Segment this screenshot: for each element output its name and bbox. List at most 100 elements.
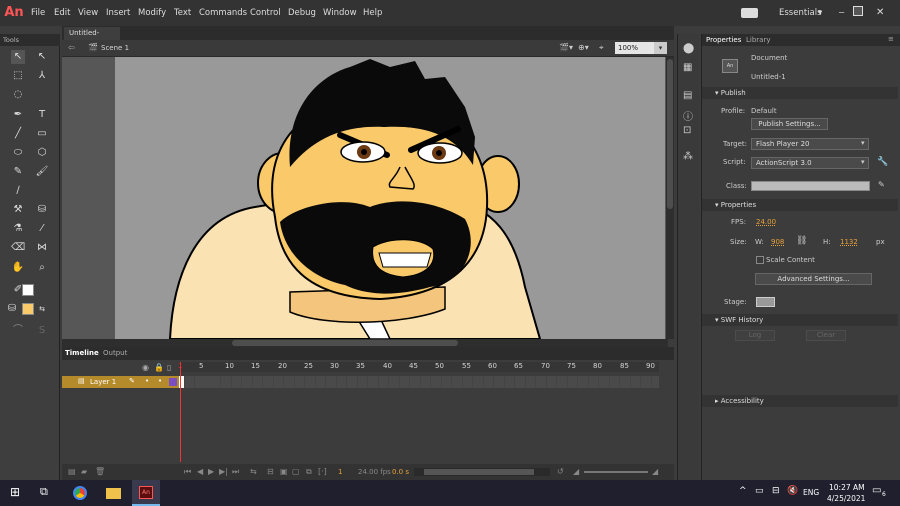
publish-section-header[interactable]: ▾ Publish — [702, 87, 898, 99]
hand-tool-icon[interactable]: ✋ — [11, 261, 25, 275]
scale-content-checkbox[interactable] — [756, 256, 764, 264]
info-panel-icon[interactable]: ⓘ — [683, 108, 693, 123]
color-panel-icon[interactable]: ⁂ — [683, 151, 693, 162]
swatches-panel-icon[interactable]: ⬤ — [683, 43, 694, 54]
components-icon[interactable]: ▤ — [683, 90, 692, 101]
panel-menu-icon[interactable]: ≡ — [888, 35, 894, 43]
minimize-icon[interactable]: − — [838, 0, 845, 26]
outline-icon[interactable]: ▯ — [167, 363, 171, 372]
paint-bucket-icon[interactable]: ⛁ — [35, 203, 49, 217]
center-stage-icon[interactable]: ⌖ — [599, 43, 604, 53]
selection-tool-icon[interactable]: ↖ — [11, 50, 25, 64]
battery-icon[interactable]: ▭ — [755, 486, 764, 496]
first-frame-icon[interactable]: ⏮ — [184, 467, 191, 477]
loop-icon[interactable]: ⇆ — [250, 467, 257, 476]
scene-name[interactable]: Scene 1 — [101, 44, 129, 52]
script-dropdown-icon[interactable]: ▾ — [861, 158, 865, 166]
eye-icon[interactable]: ◉ — [142, 363, 149, 372]
show-hidden-icons[interactable]: ^ — [739, 486, 747, 496]
polystar-tool-icon[interactable]: ⬡ — [35, 146, 49, 160]
new-layer-icon[interactable]: ▤ — [68, 467, 76, 476]
tab-timeline[interactable]: Timeline — [65, 349, 99, 357]
swf-log-button[interactable]: Log — [735, 330, 775, 341]
target-dropdown-icon[interactable]: ▾ — [861, 139, 865, 147]
zoom-large-icon[interactable]: ◢ — [652, 467, 658, 476]
tab-library[interactable]: Library — [746, 36, 770, 44]
close-icon[interactable]: ✕ — [876, 0, 884, 26]
width-value[interactable]: 908 — [771, 238, 784, 246]
zoom-dropdown-icon[interactable]: ▾ — [654, 42, 667, 54]
current-frame-readout[interactable]: 1 — [338, 468, 342, 476]
ink-bottle-icon[interactable]: ⚗ — [11, 222, 25, 236]
animate-taskbar-button[interactable]: An — [132, 480, 160, 506]
text-tool-icon[interactable]: T — [35, 108, 49, 122]
layer-row[interactable]: ▤ Layer 1 ✎ • • — [62, 376, 179, 388]
accessibility-section-header[interactable]: ▸ Accessibility — [702, 395, 898, 407]
transform-panel-icon[interactable]: ⊡ — [683, 125, 691, 136]
play-icon[interactable]: ▶ — [208, 467, 214, 476]
layer-outline-color[interactable] — [169, 378, 177, 386]
3d-rotation-icon[interactable]: ⅄ — [35, 69, 49, 83]
script-settings-wrench-icon[interactable]: 🔧 — [877, 157, 888, 167]
new-folder-icon[interactable]: ▰ — [81, 467, 87, 476]
edit-multiple-icon[interactable]: ⧉ — [306, 467, 312, 477]
lock-icon[interactable]: 🔒 — [154, 363, 164, 372]
last-frame-icon[interactable]: ⏭ — [232, 467, 239, 477]
snap-icon[interactable]: ⌒ — [11, 324, 25, 338]
menu-control[interactable]: Control — [250, 0, 281, 26]
properties-section-header[interactable]: ▾ Properties — [702, 199, 898, 211]
notifications-icon[interactable]: ▭ — [872, 485, 881, 496]
timeline-scrollbar[interactable] — [414, 468, 550, 476]
menu-insert[interactable]: Insert — [106, 0, 130, 26]
document-tab[interactable]: Untitled-1*× — [64, 27, 120, 50]
eraser-tool-icon[interactable]: ⌫ — [11, 241, 25, 255]
swf-clear-button[interactable]: Clear — [806, 330, 846, 341]
edit-class-pencil-icon[interactable]: ✎ — [878, 180, 885, 189]
sync-icon[interactable] — [741, 8, 758, 18]
eyedropper-icon[interactable]: ⁄ — [35, 222, 49, 236]
menu-commands[interactable]: Commands — [199, 0, 247, 26]
pen-tool-icon[interactable]: ✒ — [11, 108, 25, 122]
timeline-scroll-thumb[interactable] — [424, 469, 534, 475]
clock-time[interactable]: 10:27 AM — [829, 483, 865, 492]
frame-size-slider[interactable] — [584, 471, 648, 473]
clock-date[interactable]: 4/25/2021 — [827, 494, 865, 503]
workspace-dropdown-icon[interactable]: ▾ — [818, 0, 822, 26]
fill-color-swatch[interactable] — [22, 303, 34, 315]
height-value[interactable]: 1132 — [840, 238, 858, 246]
stage-canvas[interactable] — [115, 57, 665, 339]
zoom-tool-icon[interactable]: ⌕ — [35, 261, 49, 275]
language-indicator[interactable]: ENG — [803, 488, 819, 497]
menu-help[interactable]: Help — [363, 0, 382, 26]
swf-history-section-header[interactable]: ▾ SWF History — [702, 314, 898, 326]
class-input[interactable] — [751, 181, 870, 191]
fps-value[interactable]: 24.00 — [756, 218, 776, 226]
file-explorer-icon[interactable] — [106, 488, 121, 499]
line-tool-icon[interactable]: ╱ — [11, 127, 25, 141]
frame-track[interactable] — [179, 376, 659, 388]
workspace-switcher[interactable]: Essentials — [779, 0, 822, 26]
tab-properties[interactable]: Properties — [706, 36, 741, 44]
horizontal-scrollbar[interactable] — [62, 339, 668, 347]
menu-text[interactable]: Text — [174, 0, 191, 26]
menu-file[interactable]: File — [31, 0, 45, 26]
edit-scene-icon[interactable]: 🎬▾ — [559, 43, 573, 52]
horizontal-scroll-thumb[interactable] — [232, 340, 458, 346]
menu-view[interactable]: View — [78, 0, 98, 26]
windows-start-icon[interactable]: ⊞ — [10, 485, 20, 499]
free-transform-icon[interactable]: ⬚ — [11, 69, 25, 83]
center-frame-icon[interactable]: ⊟ — [267, 467, 274, 476]
back-arrow-icon[interactable]: ⇦ — [68, 43, 75, 52]
layer-name[interactable]: Layer 1 — [90, 378, 116, 386]
bone-tool-icon[interactable]: ⚒ — [11, 203, 25, 217]
step-forward-icon[interactable]: ▶| — [219, 467, 228, 476]
vertical-scroll-thumb[interactable] — [667, 59, 673, 209]
fill-color-icon[interactable]: ⛁ — [5, 302, 19, 316]
restore-icon[interactable] — [853, 6, 863, 16]
pencil-tool-icon[interactable]: ✎ — [11, 165, 25, 179]
brush-tool-icon[interactable]: 🖌 — [35, 165, 49, 179]
motion-presets-icon[interactable]: ▦ — [683, 62, 692, 73]
link-dimensions-icon[interactable]: ⛓ — [796, 236, 807, 246]
menu-window[interactable]: Window — [323, 0, 357, 26]
time-readout[interactable]: 0.0 s — [392, 468, 409, 476]
